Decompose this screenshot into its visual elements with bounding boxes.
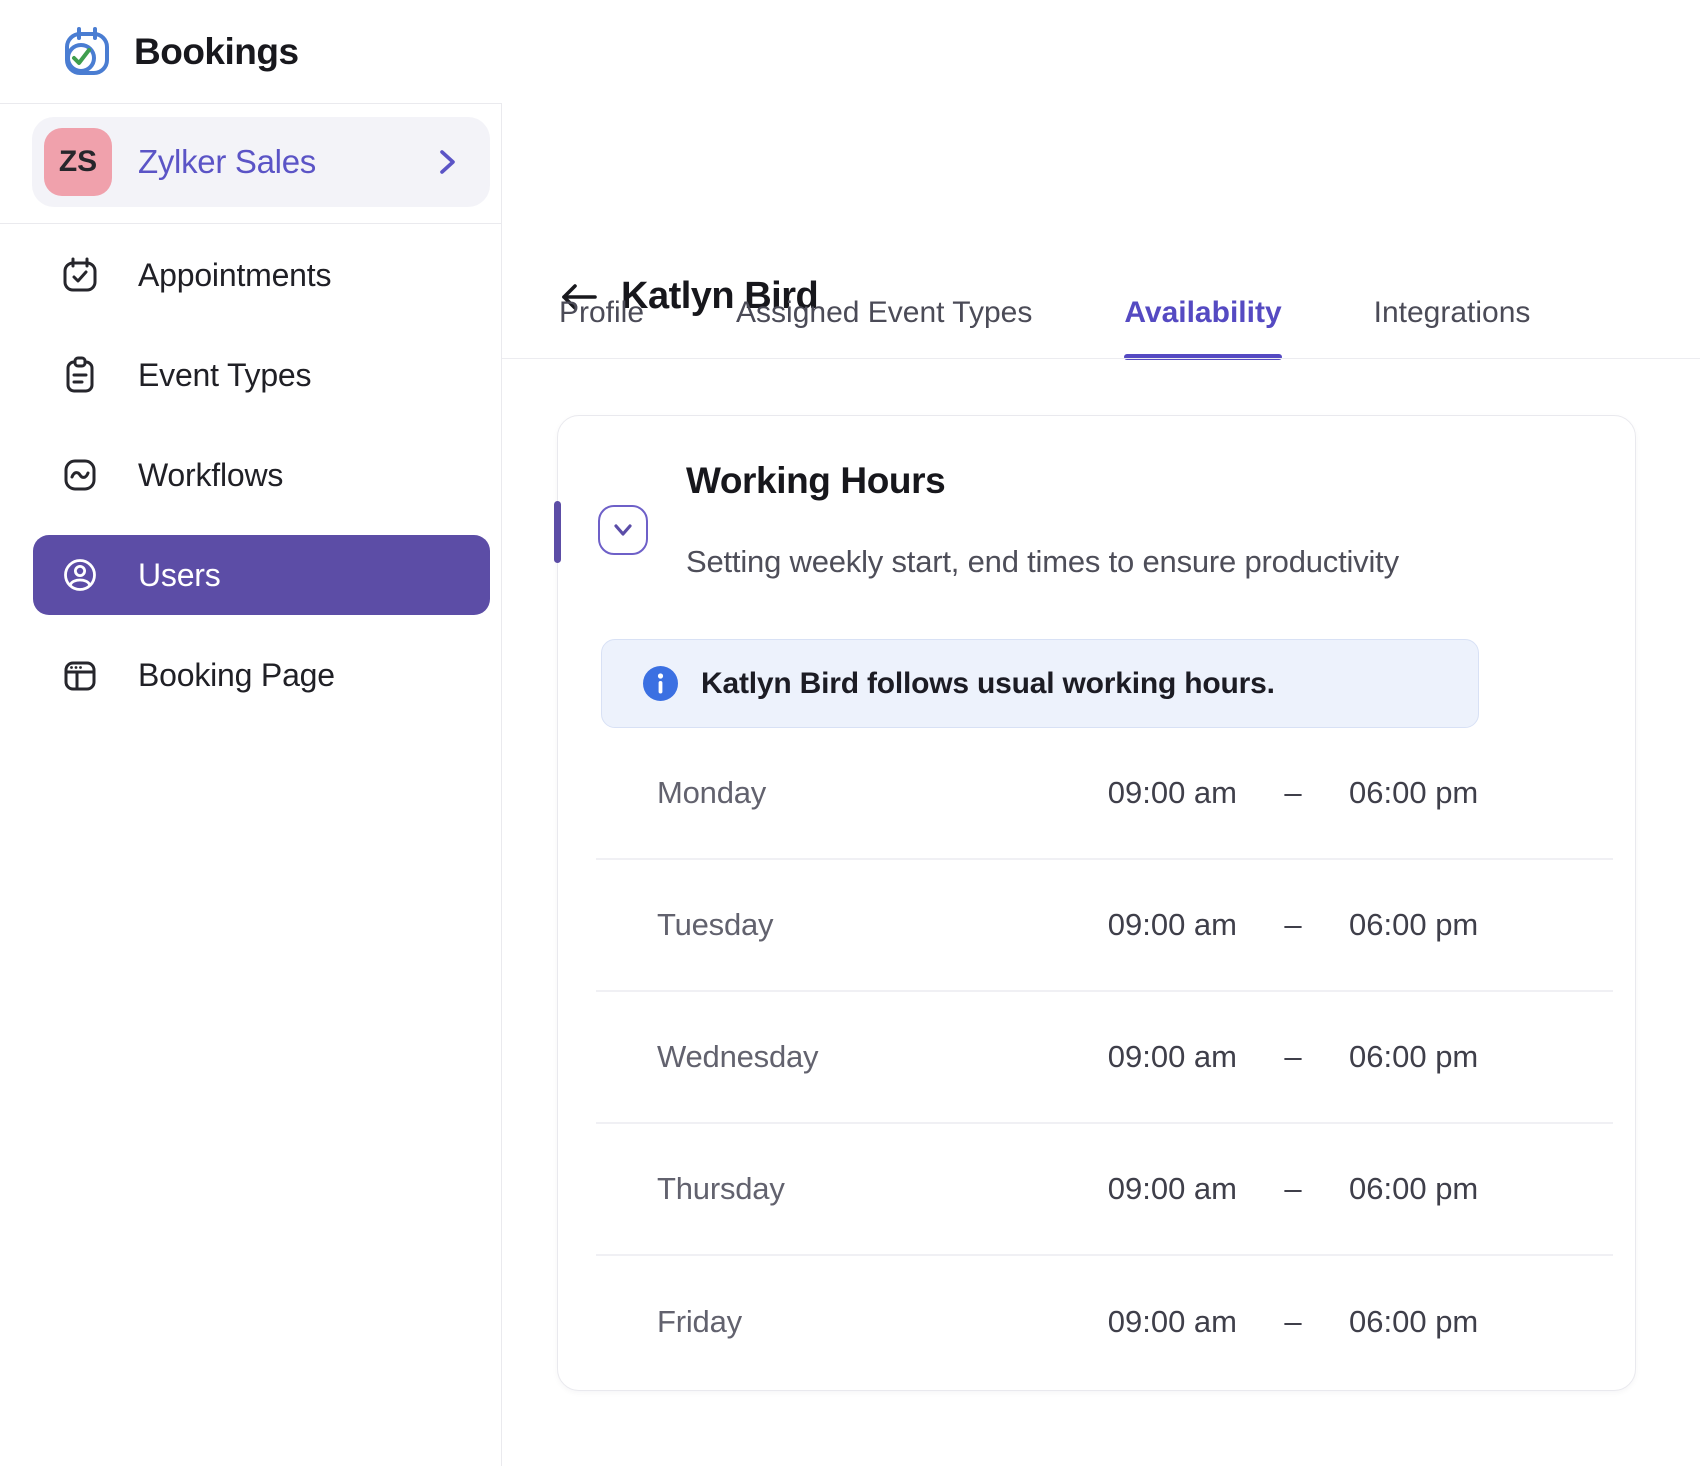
sidebar-item-workflows[interactable]: Workflows	[0, 425, 501, 525]
tab-availability[interactable]: Availability	[1124, 295, 1282, 360]
working-hours-row: Tuesday 09:00 am – 06:00 pm	[596, 860, 1613, 992]
info-banner-text: Katlyn Bird follows usual working hours.	[701, 666, 1275, 700]
tab-bar-divider	[502, 358, 1700, 359]
working-hours-row: Thursday 09:00 am – 06:00 pm	[596, 1124, 1613, 1256]
info-banner: Katlyn Bird follows usual working hours.	[601, 639, 1479, 728]
app-title: Bookings	[134, 30, 299, 72]
tab-label: Assigned Event Types	[736, 296, 1033, 329]
start-time: 09:00 am	[1107, 1171, 1237, 1206]
tab-label: Integrations	[1373, 296, 1531, 329]
sidebar-item-label: Event Types	[138, 356, 312, 393]
start-time: 09:00 am	[1107, 1304, 1237, 1339]
time-range-dash: –	[1284, 1171, 1302, 1206]
section-accent-bar	[554, 501, 561, 563]
end-time: 06:00 pm	[1349, 775, 1479, 810]
chevron-right-icon	[440, 150, 455, 174]
sidebar-item-booking-page[interactable]: Booking Page	[0, 625, 501, 725]
start-time: 09:00 am	[1107, 907, 1237, 942]
tab-assigned-event-types[interactable]: Assigned Event Types	[736, 295, 1032, 358]
day-label: Tuesday	[657, 907, 774, 942]
tab-label: Availability	[1124, 296, 1282, 329]
sidebar-item-appointments[interactable]: Appointments	[0, 225, 501, 325]
sidebar-item-event-types[interactable]: Event Types	[0, 325, 501, 425]
brand: Bookings	[58, 0, 299, 103]
day-label: Wednesday	[657, 1039, 819, 1074]
end-time: 06:00 pm	[1349, 1039, 1479, 1074]
info-icon	[643, 666, 678, 701]
start-time: 09:00 am	[1107, 775, 1237, 810]
sidebar-item-label: Workflows	[138, 456, 284, 493]
tab-integrations[interactable]: Integrations	[1374, 295, 1531, 358]
working-hours-list: Monday 09:00 am – 06:00 pm Tuesday 09:00…	[596, 728, 1613, 1388]
day-label: Friday	[657, 1304, 742, 1339]
active-tab-underline	[1124, 354, 1282, 360]
time-range-dash: –	[1284, 1039, 1302, 1074]
tab-profile[interactable]: Profile	[559, 295, 644, 358]
bookings-logo-icon	[65, 26, 109, 75]
chevron-down-icon	[614, 524, 632, 536]
org-avatar: ZS	[44, 128, 112, 196]
end-time: 06:00 pm	[1349, 907, 1479, 942]
sidebar-item-users[interactable]: Users	[0, 525, 501, 625]
time-range-dash: –	[1284, 1304, 1302, 1339]
browser-window-icon	[64, 661, 96, 691]
divider	[0, 223, 501, 224]
org-name: Zylker Sales	[138, 143, 316, 180]
end-time: 06:00 pm	[1349, 1304, 1479, 1339]
app-window: Bookings ZS Zylker Sales Appointments Ev…	[0, 0, 1700, 1466]
sidebar: ZS Zylker Sales Appointments Event Types…	[0, 103, 502, 1466]
working-hours-row: Wednesday 09:00 am – 06:00 pm	[596, 992, 1613, 1124]
sidebar-menu: Appointments Event Types Workflows Users…	[0, 225, 501, 725]
calendar-check-icon	[63, 257, 97, 292]
time-range-dash: –	[1284, 907, 1302, 942]
main-content: Katlyn Bird Profile Assigned Event Types…	[502, 103, 1700, 1466]
day-label: Thursday	[657, 1171, 785, 1206]
workflow-wave-icon	[64, 459, 96, 491]
working-hours-row: Friday 09:00 am – 06:00 pm	[596, 1256, 1613, 1388]
day-label: Monday	[657, 775, 767, 810]
end-time: 06:00 pm	[1349, 1171, 1479, 1206]
org-switcher[interactable]: ZS Zylker Sales	[32, 117, 490, 207]
card-title: Working Hours	[686, 460, 946, 501]
working-hours-row: Monday 09:00 am – 06:00 pm	[596, 728, 1613, 860]
org-initials: ZS	[58, 145, 98, 178]
working-hours-card: Working Hours Setting weekly start, end …	[554, 415, 1636, 1391]
tab-label: Profile	[559, 296, 645, 329]
sidebar-item-label: Users	[138, 556, 221, 593]
tab-bar: Profile Assigned Event Types Availabilit…	[559, 295, 1531, 360]
card-subtitle: Setting weekly start, end times to ensur…	[686, 544, 1399, 579]
user-circle-icon	[64, 559, 96, 591]
sidebar-item-label: Booking Page	[138, 656, 335, 693]
collapse-section-button[interactable]	[598, 505, 648, 555]
time-range-dash: –	[1284, 775, 1302, 810]
sidebar-item-label: Appointments	[138, 256, 332, 293]
start-time: 09:00 am	[1107, 1039, 1237, 1074]
clipboard-icon	[66, 356, 94, 393]
topbar: Bookings	[0, 0, 1700, 103]
